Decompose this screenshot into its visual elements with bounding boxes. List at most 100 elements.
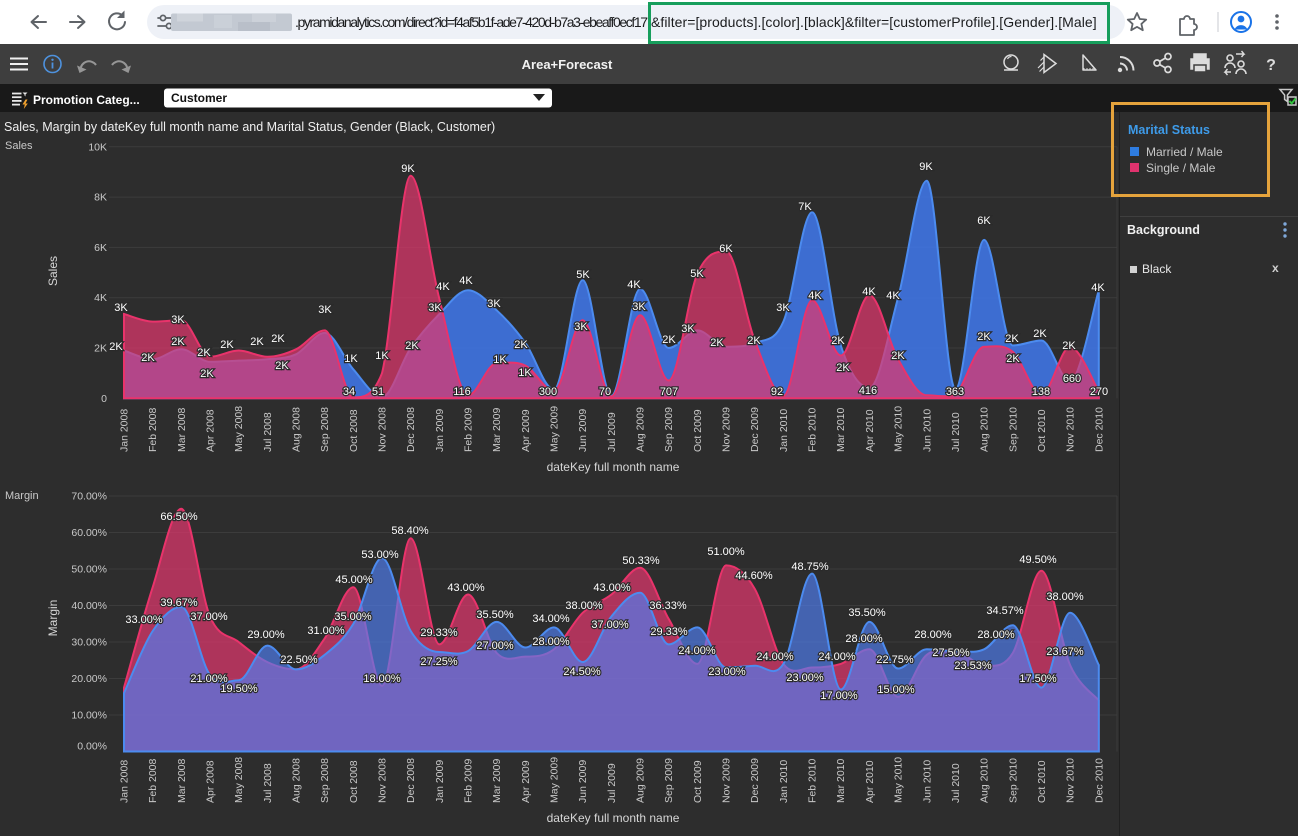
svg-text:Feb 2008: Feb 2008 xyxy=(147,758,159,803)
svg-text:2K: 2K xyxy=(662,334,676,346)
svg-text:dateKey full month name: dateKey full month name xyxy=(547,811,680,825)
svg-text:24.00%: 24.00% xyxy=(818,651,856,663)
svg-text:37.00%: 37.00% xyxy=(591,619,629,631)
svg-text:2K: 2K xyxy=(1062,340,1076,352)
svg-text:Jun 2009: Jun 2009 xyxy=(577,409,589,452)
svg-text:2K: 2K xyxy=(514,339,528,351)
svg-text:27.50%: 27.50% xyxy=(932,647,970,659)
svg-text:Dec 2010: Dec 2010 xyxy=(1093,758,1105,803)
svg-text:Nov 2008: Nov 2008 xyxy=(377,758,389,803)
svg-text:1K: 1K xyxy=(375,350,389,362)
svg-text:Oct 2008: Oct 2008 xyxy=(348,409,360,452)
svg-text:29.33%: 29.33% xyxy=(420,627,458,639)
svg-text:Oct 2009: Oct 2009 xyxy=(692,760,704,803)
svg-text:138: 138 xyxy=(1032,386,1050,398)
svg-text:34.00%: 34.00% xyxy=(532,613,570,625)
svg-text:4K: 4K xyxy=(459,275,473,287)
svg-text:707: 707 xyxy=(660,386,678,398)
svg-text:60.00%: 60.00% xyxy=(71,527,107,539)
svg-text:3K: 3K xyxy=(428,302,442,314)
svg-text:Oct 2010: Oct 2010 xyxy=(1036,409,1048,452)
svg-text:Jan 2008: Jan 2008 xyxy=(119,760,131,803)
svg-text:4K: 4K xyxy=(886,290,900,302)
svg-text:Oct 2009: Oct 2009 xyxy=(692,409,704,452)
svg-text:15.00%: 15.00% xyxy=(877,684,915,696)
svg-text:Nov 2010: Nov 2010 xyxy=(1065,758,1077,803)
svg-text:Apr 2008: Apr 2008 xyxy=(205,760,217,803)
svg-text:Nov 2010: Nov 2010 xyxy=(1065,407,1077,452)
svg-text:2K: 2K xyxy=(1033,328,1047,340)
svg-text:5K: 5K xyxy=(690,268,704,280)
svg-text:Apr 2009: Apr 2009 xyxy=(520,409,532,452)
svg-text:Sep 2008: Sep 2008 xyxy=(319,758,331,803)
svg-text:Mar 2009: Mar 2009 xyxy=(491,407,503,452)
svg-text:2K: 2K xyxy=(405,340,419,352)
svg-text:28.00%: 28.00% xyxy=(845,633,883,645)
svg-text:Aug 2008: Aug 2008 xyxy=(291,407,303,452)
svg-text:1K: 1K xyxy=(344,353,358,365)
svg-text:66.50%: 66.50% xyxy=(160,511,198,523)
svg-text:Mar 2010: Mar 2010 xyxy=(835,758,847,803)
svg-text:48.75%: 48.75% xyxy=(791,561,829,573)
svg-text:38.00%: 38.00% xyxy=(565,600,603,612)
svg-text:Sales: Sales xyxy=(5,140,33,152)
svg-text:Apr 2008: Apr 2008 xyxy=(205,409,217,452)
svg-text:Sep 2009: Sep 2009 xyxy=(663,407,675,452)
svg-text:dateKey full month name: dateKey full month name xyxy=(547,460,680,474)
svg-text:10K: 10K xyxy=(88,141,107,153)
svg-text:Jun 2009: Jun 2009 xyxy=(577,760,589,803)
svg-text:8K: 8K xyxy=(94,192,107,204)
svg-text:53.00%: 53.00% xyxy=(361,549,399,561)
svg-text:36.33%: 36.33% xyxy=(649,600,687,612)
svg-text:23.53%: 23.53% xyxy=(954,660,992,672)
svg-text:35.00%: 35.00% xyxy=(334,611,372,623)
svg-text:2K: 2K xyxy=(1005,333,1019,345)
svg-text:0: 0 xyxy=(101,393,107,405)
svg-text:Apr 2010: Apr 2010 xyxy=(864,409,876,452)
svg-text:Margin: Margin xyxy=(46,600,60,637)
svg-text:Jan 2008: Jan 2008 xyxy=(119,409,131,452)
svg-text:Jul 2009: Jul 2009 xyxy=(606,763,618,803)
svg-text:43.00%: 43.00% xyxy=(593,582,631,594)
svg-text:1K: 1K xyxy=(493,354,507,366)
svg-text:270: 270 xyxy=(1090,386,1108,398)
svg-text:3K: 3K xyxy=(776,302,790,314)
svg-text:Jul 2008: Jul 2008 xyxy=(262,763,274,803)
svg-text:3K: 3K xyxy=(114,302,128,314)
svg-text:7K: 7K xyxy=(798,201,812,213)
svg-text:Aug 2008: Aug 2008 xyxy=(291,758,303,803)
svg-text:2K: 2K xyxy=(977,331,991,343)
svg-text:Jan 2010: Jan 2010 xyxy=(778,409,790,452)
svg-text:Mar 2008: Mar 2008 xyxy=(176,758,188,803)
svg-text:Aug 2009: Aug 2009 xyxy=(635,758,647,803)
svg-text:Nov 2009: Nov 2009 xyxy=(721,758,733,803)
svg-text:2K: 2K xyxy=(836,362,850,374)
svg-text:49.50%: 49.50% xyxy=(1019,554,1057,566)
svg-text:6K: 6K xyxy=(977,215,991,227)
svg-text:Jun 2010: Jun 2010 xyxy=(921,409,933,452)
svg-text:40.00%: 40.00% xyxy=(71,600,107,612)
svg-text:28.00%: 28.00% xyxy=(532,636,570,648)
svg-text:Mar 2009: Mar 2009 xyxy=(491,758,503,803)
svg-text:29.00%: 29.00% xyxy=(247,629,285,641)
svg-text:23.00%: 23.00% xyxy=(786,672,824,684)
svg-text:?: ? xyxy=(1266,57,1276,74)
svg-text:Feb 2010: Feb 2010 xyxy=(807,407,819,452)
svg-text:3K: 3K xyxy=(632,301,646,313)
svg-text:Dec 2009: Dec 2009 xyxy=(749,407,761,452)
svg-text:2K: 2K xyxy=(271,333,285,345)
svg-text:2K: 2K xyxy=(220,339,234,351)
svg-text:2K: 2K xyxy=(747,335,761,347)
svg-text:51.00%: 51.00% xyxy=(707,546,745,558)
svg-text:9K: 9K xyxy=(919,161,933,173)
svg-text:May 2008: May 2008 xyxy=(233,406,245,452)
svg-text:51: 51 xyxy=(372,386,384,398)
svg-text:Sep 2009: Sep 2009 xyxy=(663,758,675,803)
svg-text:27.25%: 27.25% xyxy=(420,656,458,668)
svg-text:6K: 6K xyxy=(94,242,107,254)
svg-text:3K: 3K xyxy=(171,314,185,326)
svg-text:5K: 5K xyxy=(576,269,590,281)
svg-text:24.50%: 24.50% xyxy=(563,666,601,678)
svg-text:28.00%: 28.00% xyxy=(977,629,1015,641)
svg-text:Apr 2009: Apr 2009 xyxy=(520,760,532,803)
